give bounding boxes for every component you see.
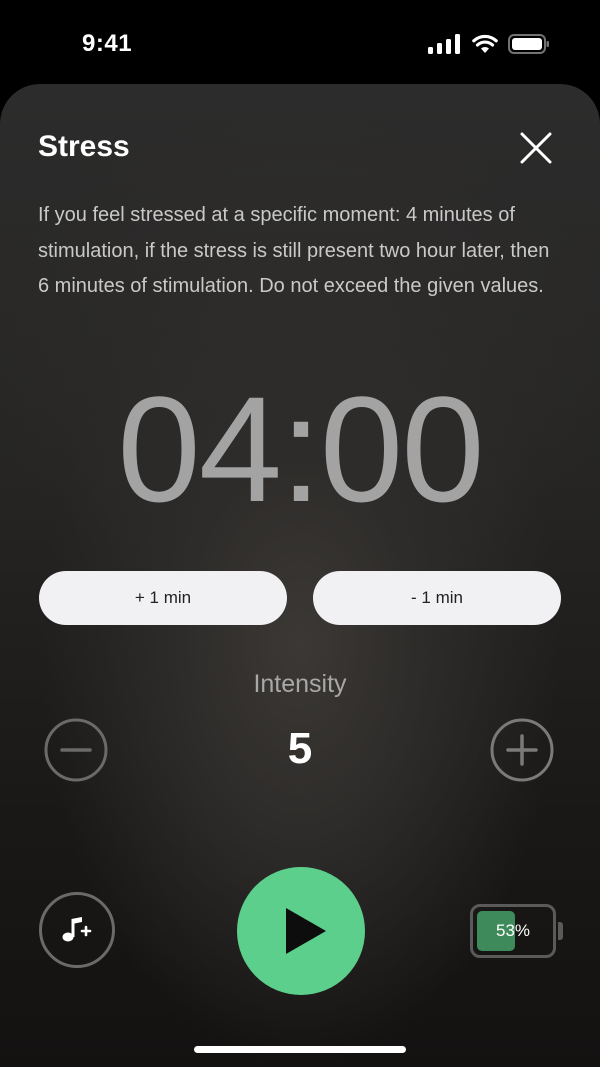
add-music-icon xyxy=(39,892,115,968)
close-icon xyxy=(520,132,552,164)
instructions-text: If you feel stressed at a specific momen… xyxy=(38,204,550,297)
battery-icon xyxy=(508,34,549,54)
home-indicator xyxy=(194,1046,406,1053)
add-minute-label: + 1 min xyxy=(134,588,192,607)
wifi-icon xyxy=(472,34,498,53)
battery-percent: 53% xyxy=(495,921,531,940)
close-button[interactable] xyxy=(516,128,556,168)
status-icons xyxy=(428,34,550,54)
remove-minute-label: - 1 min xyxy=(411,588,463,607)
remove-minute-button[interactable]: - 1 min xyxy=(313,571,561,625)
sheet-title: Stress xyxy=(38,130,130,163)
status-bar: 9:41 xyxy=(0,0,600,84)
plus-circle-icon xyxy=(490,718,554,782)
play-icon xyxy=(286,908,326,954)
battery-tip xyxy=(558,922,563,940)
device-battery-indicator: 53% xyxy=(470,904,564,958)
timer-display: 04:00 xyxy=(117,365,484,533)
increase-intensity-button[interactable] xyxy=(490,718,554,782)
status-time: 9:41 xyxy=(82,30,133,57)
cellular-signal-icon xyxy=(428,34,460,54)
intensity-label: Intensity xyxy=(253,670,347,698)
add-music-button[interactable] xyxy=(38,891,116,969)
stimulation-sheet: Stress If you feel stressed at a specifi… xyxy=(0,84,600,1067)
add-minute-button[interactable]: + 1 min xyxy=(39,571,287,625)
play-button[interactable] xyxy=(237,867,365,995)
